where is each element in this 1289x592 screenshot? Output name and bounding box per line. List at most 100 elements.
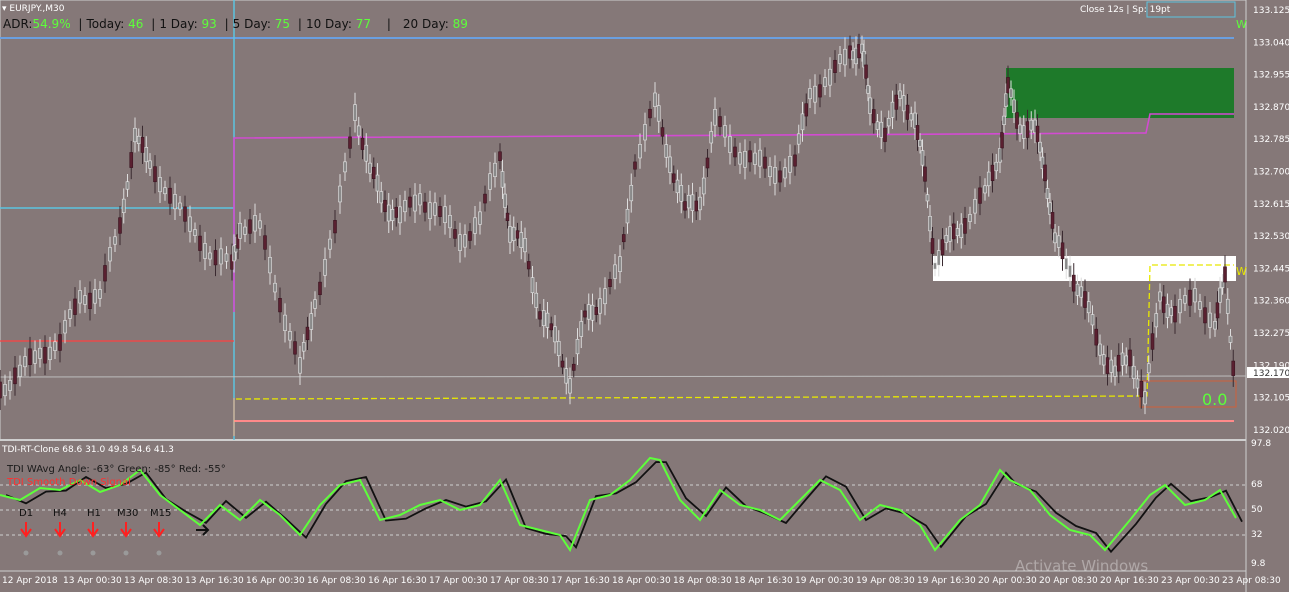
candle-body — [709, 131, 714, 144]
candle-body — [986, 171, 991, 187]
price-tick-label: 132.700 — [1253, 168, 1289, 178]
candle-body — [413, 194, 417, 212]
candle-body — [13, 367, 17, 385]
candle-body — [418, 193, 422, 206]
candle-body — [88, 292, 92, 310]
candle-body — [338, 185, 342, 203]
candle-body — [468, 231, 472, 241]
candle-body — [603, 288, 607, 305]
price-tick-label: 132.445 — [1253, 264, 1289, 274]
candle-body — [828, 68, 832, 86]
candle-body — [843, 48, 847, 66]
candle-body — [1056, 235, 1061, 248]
candle-body — [838, 54, 842, 64]
candle-body — [671, 173, 676, 183]
candle-body — [990, 164, 995, 181]
candle-body — [664, 144, 669, 158]
price-tick-label: 132.360 — [1253, 297, 1289, 307]
candle-body — [643, 124, 647, 141]
candle-body — [920, 150, 925, 166]
candle-body — [871, 109, 876, 124]
candle-body — [293, 341, 297, 355]
candle-body — [263, 235, 267, 250]
candle-body — [375, 174, 380, 192]
candle-body — [625, 208, 630, 224]
candle-body — [38, 347, 42, 359]
candle-body — [8, 380, 12, 391]
candle-body — [219, 248, 223, 265]
candle-body — [73, 298, 77, 315]
candle-body — [18, 364, 22, 377]
tdi-angle-text: TDI WAvg Angle: -63° Green: -85° Red: -5… — [7, 464, 226, 475]
candle-body — [940, 239, 945, 255]
candle-body — [148, 160, 152, 169]
today-label: Today: — [86, 17, 125, 31]
current-price-label: 132.170 — [1253, 369, 1289, 379]
candle-body — [694, 200, 699, 212]
candle-body — [594, 307, 599, 315]
tdi-signal-line — [5, 461, 1243, 554]
candle-body — [403, 200, 407, 213]
candle-body — [768, 166, 772, 178]
candle-body — [804, 103, 809, 117]
candle-body — [328, 238, 332, 250]
candle-body — [278, 298, 282, 313]
candle-body — [854, 47, 858, 65]
candle-body — [390, 208, 395, 221]
candle-body — [778, 170, 782, 183]
candle-body — [1071, 274, 1076, 292]
time-tick-label: 23 Apr 00:30 — [1161, 576, 1220, 586]
candle-body — [433, 202, 437, 216]
candle-body — [258, 220, 262, 229]
level-32: 32 — [1251, 530, 1262, 540]
candle-body — [153, 166, 157, 183]
candle-body — [886, 118, 891, 127]
candle-body — [898, 90, 902, 99]
candle-body — [98, 289, 102, 299]
candle-body — [203, 243, 207, 259]
candle-body — [909, 113, 914, 121]
candle-body — [668, 156, 672, 173]
time-tick-label: 18 Apr 08:30 — [673, 576, 732, 586]
candle-body — [1000, 132, 1004, 149]
candle-body — [483, 193, 487, 204]
tf-m30: M30 — [117, 508, 139, 519]
timeframe-dot-icon — [90, 550, 96, 556]
candle-body — [793, 154, 797, 167]
candle-body — [309, 313, 314, 330]
candle-body — [1128, 349, 1132, 367]
candle-body — [936, 250, 941, 266]
tf-h4: H4 — [53, 508, 67, 519]
candle-body — [1113, 365, 1117, 377]
candle-body — [505, 212, 510, 221]
timeframe-dot-icon — [57, 550, 63, 556]
candle-body — [213, 250, 218, 266]
demand-zone-white — [933, 256, 1236, 281]
candle-body — [686, 194, 691, 209]
candle-body — [193, 229, 197, 236]
candle-body — [968, 214, 972, 222]
zone-label-mid: W — [1236, 265, 1247, 278]
candle-body — [313, 299, 317, 309]
time-tick-label: 19 Apr 08:30 — [856, 576, 915, 586]
price-tick-label: 133.040 — [1253, 38, 1289, 48]
candle-body — [571, 363, 576, 371]
candle-body — [660, 127, 665, 137]
candle-body — [621, 234, 626, 243]
candle-body — [948, 226, 952, 242]
dropdown-triangle-icon[interactable]: ▾ — [2, 4, 7, 14]
candle-body — [356, 125, 361, 137]
candle-body — [564, 368, 569, 384]
price-tick-label: 132.275 — [1253, 329, 1289, 339]
price-chart[interactable]: 133.125 133.040 132.955 132.870 132.785 132.7… — [0, 0, 1289, 592]
candle-body — [183, 206, 187, 222]
adr-label: ADR: — [3, 17, 33, 31]
day10-value: 77 — [355, 17, 372, 31]
day1-value: 93 — [201, 17, 217, 31]
day20-label: 20 Day: — [402, 17, 449, 31]
candle-body — [158, 177, 162, 193]
candle-body — [813, 85, 817, 103]
candle-body — [1203, 307, 1207, 324]
candle-body — [1035, 125, 1040, 143]
candle-body — [1178, 299, 1182, 314]
